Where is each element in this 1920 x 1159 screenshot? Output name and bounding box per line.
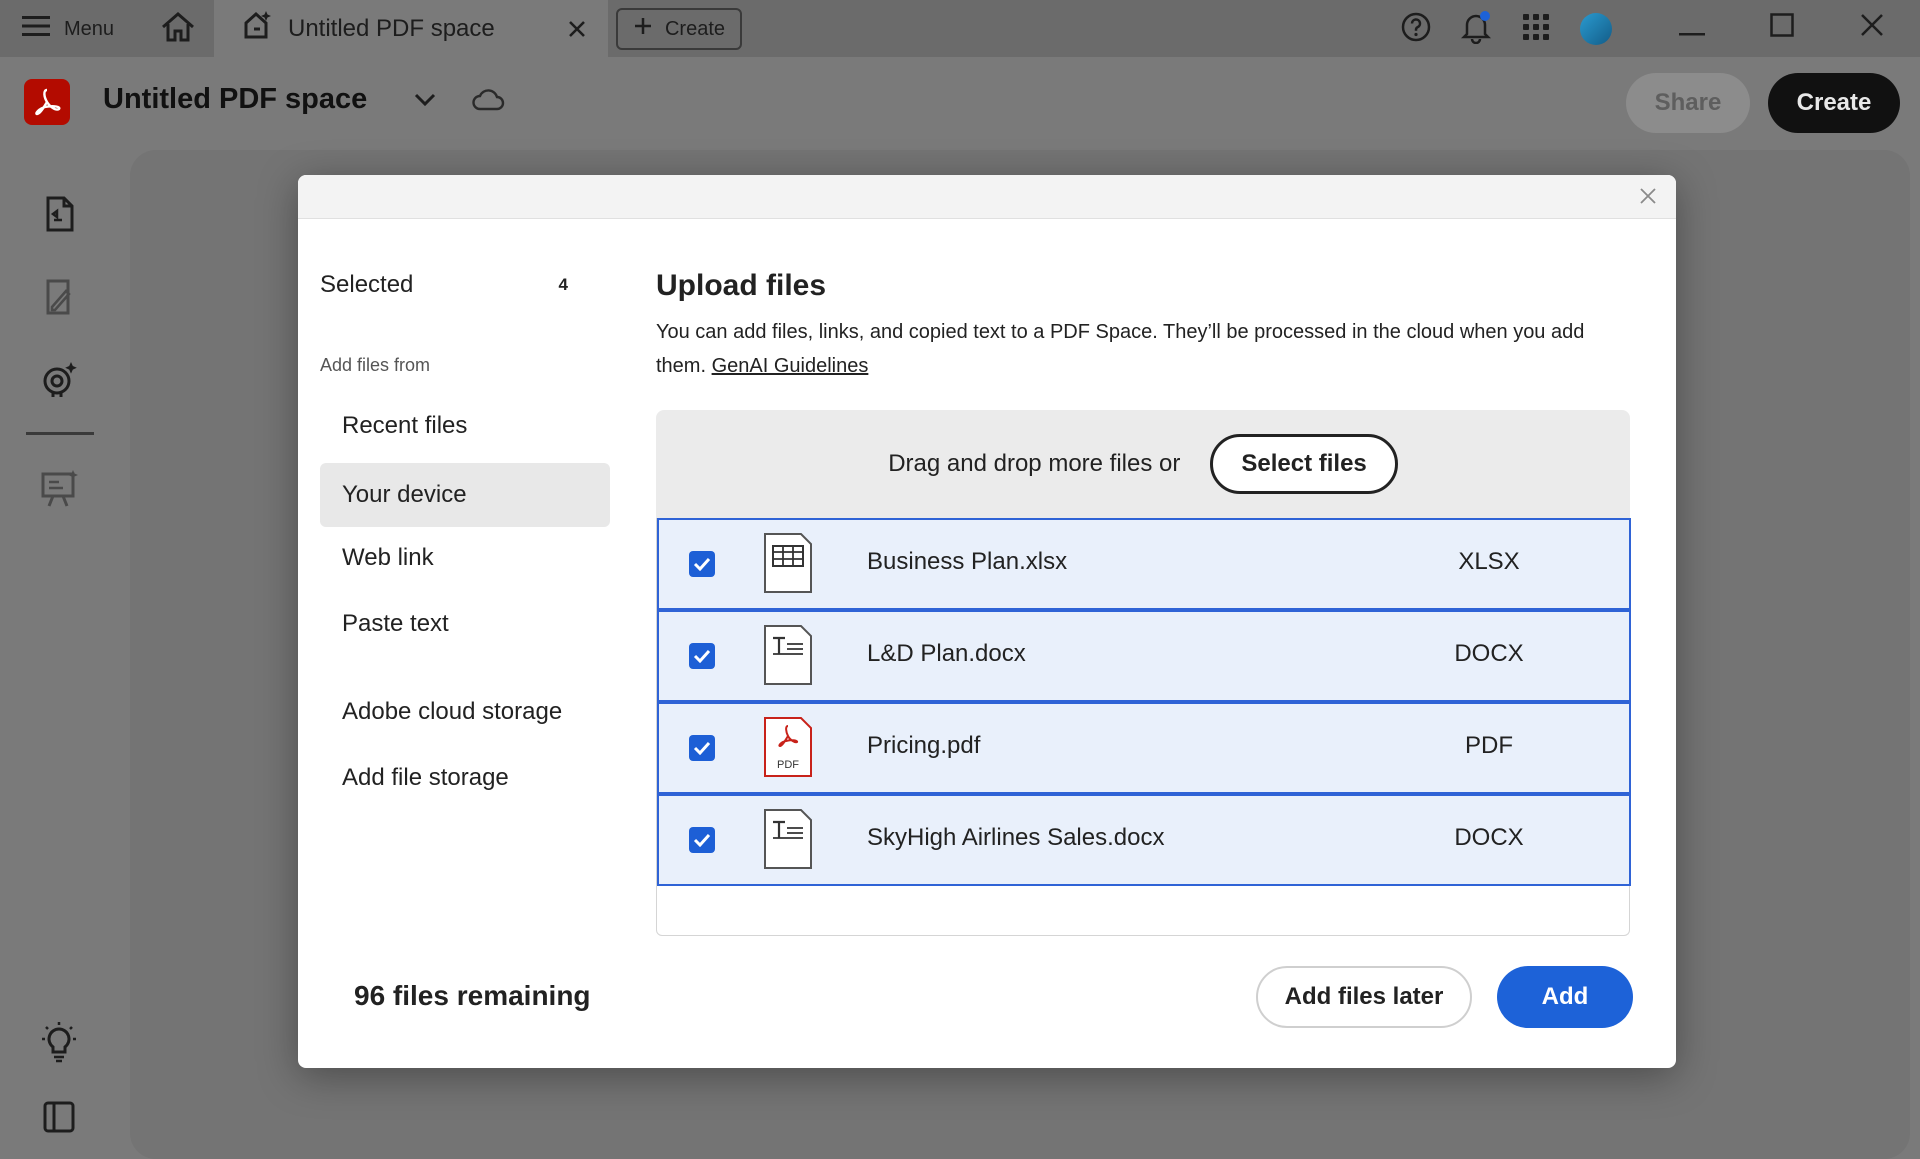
- source-your-device[interactable]: Your device: [320, 463, 610, 527]
- text-file-icon: [763, 808, 813, 870]
- dialog-title: Upload files: [656, 269, 827, 302]
- selected-summary[interactable]: Selected 4: [320, 271, 568, 299]
- dialog-header: [298, 175, 1676, 219]
- help-button[interactable]: [1396, 10, 1436, 48]
- minimize-icon: [1679, 11, 1705, 45]
- file-list: Business Plan.xlsx XLSX L&D Plan.docx DO…: [656, 518, 1631, 936]
- add-button[interactable]: Add: [1497, 966, 1633, 1028]
- close-window-icon: [1860, 11, 1884, 45]
- add-files-later-button[interactable]: Add files later: [1256, 966, 1472, 1028]
- file-row[interactable]: PDF Pricing.pdf PDF: [657, 702, 1631, 794]
- pdf-icon-label: PDF: [777, 759, 799, 771]
- maximize-button[interactable]: [1754, 8, 1810, 48]
- selected-label: Selected: [320, 271, 414, 298]
- app-header: Untitled PDF space Share Create: [0, 57, 1920, 147]
- file-checkbox[interactable]: [689, 827, 715, 853]
- create-button[interactable]: Create: [1768, 73, 1900, 133]
- source-label: Web link: [342, 544, 434, 571]
- file-name: SkyHigh Airlines Sales.docx: [867, 824, 1165, 851]
- menu-button[interactable]: Menu: [22, 12, 114, 46]
- title-bar: Menu Untitled PDF space Create: [0, 0, 1920, 57]
- source-label: Adobe cloud storage: [342, 698, 563, 725]
- edit-document-icon[interactable]: [38, 276, 80, 318]
- file-name: Pricing.pdf: [867, 732, 981, 759]
- file-row[interactable]: L&D Plan.docx DOCX: [657, 610, 1631, 702]
- file-name: L&D Plan.docx: [867, 640, 1026, 667]
- source-web-link[interactable]: Web link: [320, 526, 610, 590]
- title-dropdown-button[interactable]: [410, 87, 440, 117]
- selected-count: 4: [558, 275, 568, 294]
- home-button[interactable]: [158, 10, 198, 48]
- presentation-icon[interactable]: [38, 467, 80, 509]
- panel-toggle-icon[interactable]: [38, 1096, 80, 1138]
- file-type: XLSX: [1458, 548, 1520, 575]
- ai-assistant-icon[interactable]: [38, 358, 80, 400]
- create-tab-label: Create: [664, 17, 726, 40]
- source-label: Add file storage: [342, 764, 509, 791]
- help-icon: [1400, 11, 1432, 48]
- files-remaining: 96 files remaining: [354, 980, 591, 1011]
- menu-icon: [22, 15, 50, 43]
- new-tab-create-button[interactable]: Create: [616, 8, 742, 50]
- apps-button[interactable]: [1516, 10, 1556, 48]
- upload-files-dialog: Selected 4 Add files from Recent files Y…: [298, 175, 1676, 1068]
- source-label: Recent files: [342, 412, 468, 439]
- tab-title: Untitled PDF space: [288, 14, 495, 42]
- maximize-icon: [1770, 11, 1794, 45]
- file-type: DOCX: [1454, 640, 1524, 667]
- acrobat-logo: [24, 79, 70, 125]
- source-label: Your device: [342, 481, 467, 508]
- text-file-icon: [763, 624, 813, 686]
- file-row[interactable]: Business Plan.xlsx XLSX: [657, 518, 1631, 610]
- drop-zone-text: Drag and drop more files or: [888, 450, 1181, 477]
- source-adobe-cloud-storage[interactable]: Adobe cloud storage: [320, 680, 610, 744]
- chevron-down-icon: [414, 93, 436, 112]
- file-checkbox[interactable]: [689, 735, 715, 761]
- source-paste-text[interactable]: Paste text: [320, 592, 610, 656]
- file-checkbox[interactable]: [689, 643, 715, 669]
- tab-untitled-pdf-space[interactable]: Untitled PDF space: [214, 0, 608, 57]
- documents-icon[interactable]: [38, 193, 80, 235]
- lightbulb-icon[interactable]: [38, 1021, 80, 1063]
- dialog-description: You can add files, links, and copied tex…: [656, 315, 1636, 383]
- genai-guidelines-link[interactable]: GenAI Guidelines: [712, 355, 869, 377]
- close-icon[interactable]: [568, 14, 586, 45]
- rail-divider: [26, 432, 94, 435]
- bell-icon: [1459, 10, 1493, 49]
- page-title[interactable]: Untitled PDF space: [103, 83, 367, 116]
- pdf-space-icon: [242, 9, 274, 48]
- add-files-from-caption: Add files from: [320, 355, 431, 375]
- plus-icon: [633, 16, 653, 42]
- cloud-status[interactable]: [470, 87, 506, 117]
- minimize-button[interactable]: [1664, 8, 1720, 48]
- drop-zone[interactable]: Drag and drop more files or Select files: [656, 410, 1630, 518]
- file-row[interactable]: SkyHigh Airlines Sales.docx DOCX: [657, 794, 1631, 886]
- file-checkbox[interactable]: [689, 551, 715, 577]
- source-label: Paste text: [342, 610, 449, 637]
- select-files-button[interactable]: Select files: [1210, 434, 1398, 494]
- spreadsheet-file-icon: [763, 532, 813, 594]
- close-window-button[interactable]: [1844, 8, 1900, 48]
- file-type: PDF: [1465, 732, 1513, 759]
- home-icon: [160, 11, 196, 48]
- notifications-button[interactable]: [1456, 10, 1496, 48]
- menu-label: Menu: [64, 17, 115, 40]
- share-button[interactable]: Share: [1626, 73, 1750, 133]
- dialog-close-button[interactable]: [1632, 181, 1664, 213]
- apps-grid-icon: [1522, 13, 1550, 46]
- source-recent-files[interactable]: Recent files: [320, 394, 610, 458]
- cloud-icon: [471, 88, 505, 117]
- source-add-file-storage[interactable]: Add file storage: [320, 746, 610, 810]
- close-icon: [1640, 184, 1656, 210]
- file-type: DOCX: [1454, 824, 1524, 851]
- file-name: Business Plan.xlsx: [867, 548, 1068, 575]
- avatar[interactable]: [1576, 10, 1616, 48]
